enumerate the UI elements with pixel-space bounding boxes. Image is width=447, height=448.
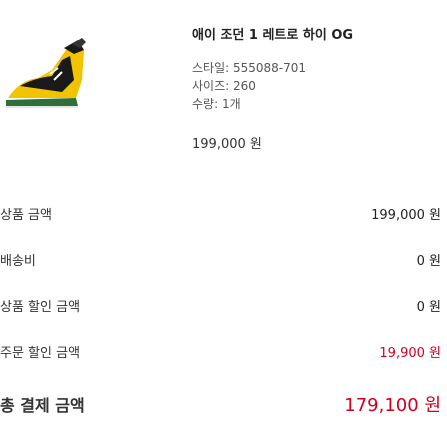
summary-row-product-amount: 상품 금액 199,000 원 bbox=[0, 190, 447, 236]
row-value: 179,100 원 bbox=[344, 395, 441, 416]
price-summary: 상품 금액 199,000 원 배송비 0 원 상품 할인 금액 0 원 주문 … bbox=[0, 190, 447, 434]
row-label: 상품 할인 금액 bbox=[0, 299, 81, 315]
row-value: 19,900 원 bbox=[379, 345, 441, 361]
row-label: 총 결제 금액 bbox=[0, 396, 85, 415]
product-unit-price: 199,000 원 bbox=[192, 137, 262, 152]
product-quantity: 수량: 1개 bbox=[192, 97, 241, 111]
row-value: 199,000 원 bbox=[371, 207, 441, 223]
product-thumbnail[interactable] bbox=[0, 20, 90, 120]
summary-row-shipping: 배송비 0 원 bbox=[0, 236, 447, 282]
summary-row-total: 총 결제 금액 179,100 원 bbox=[0, 374, 447, 434]
row-label: 주문 할인 금액 bbox=[0, 345, 81, 361]
sneaker-image bbox=[6, 38, 86, 108]
product-size: 사이즈: 260 bbox=[192, 79, 256, 93]
row-value: 0 원 bbox=[416, 299, 441, 315]
product-style-code: 스타일: 555088-701 bbox=[192, 61, 307, 75]
summary-row-product-discount: 상품 할인 금액 0 원 bbox=[0, 282, 447, 328]
summary-row-order-discount: 주문 할인 금액 19,900 원 bbox=[0, 328, 447, 374]
product-name[interactable]: 애이 조던 1 레트로 하이 OG bbox=[192, 24, 442, 43]
row-label: 상품 금액 bbox=[0, 207, 52, 223]
row-value: 0 원 bbox=[416, 253, 441, 269]
row-label: 배송비 bbox=[0, 253, 36, 269]
product-info: 애이 조던 1 레트로 하이 OG 스타일: 555088-701 사이즈: 2… bbox=[192, 16, 442, 152]
